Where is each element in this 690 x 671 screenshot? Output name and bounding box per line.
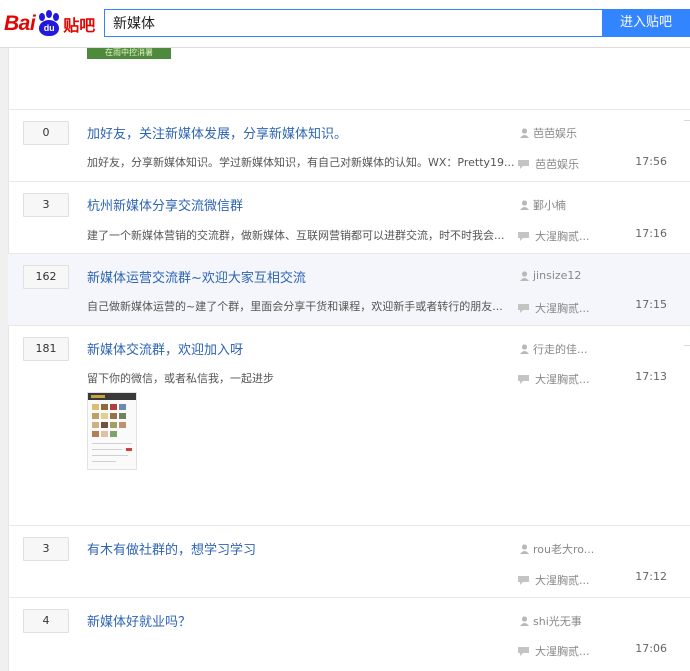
author-icon (520, 344, 529, 354)
last-reply-time: 17:15 (635, 298, 667, 311)
reply-count: 0 (23, 121, 69, 145)
thread-title-link[interactable]: 加好友，关注新媒体发展，分享新媒体知识。 (87, 123, 347, 142)
reply-icon (518, 575, 529, 585)
thread-title-link[interactable]: 新媒体好就业吗？ (87, 611, 191, 630)
author-icon (520, 544, 529, 554)
last-reply-time: 17:06 (635, 642, 667, 655)
thread-author[interactable]: 行走的佳... (520, 341, 588, 357)
paw-toe (53, 13, 60, 21)
author-name[interactable]: shi光无事 (533, 613, 582, 629)
author-name[interactable]: 鄞小楠 (533, 197, 566, 213)
logo-text-tieba: 贴吧 (63, 16, 96, 35)
thread-abstract: 加好友，分享新媒体知识。学过新媒体知识，有自己对新媒体的认知。WX：Pretty… (87, 156, 515, 169)
thread-row[interactable] (8, 598, 690, 671)
paw-pad: du (39, 20, 60, 36)
search-input[interactable] (105, 10, 602, 36)
post-image-thumbnail[interactable] (87, 392, 137, 470)
thread-author[interactable]: jinsize12 (520, 269, 581, 282)
last-reply-time: 17:13 (635, 370, 667, 383)
last-replier[interactable]: 大湦胸贰... (518, 300, 590, 316)
thread-abstract: 建了一个新媒体营销的交流群，做新媒体、互联网营销都可以进群交流，时不时我会... (87, 229, 505, 242)
thread-title-link[interactable]: 新媒体运营交流群~欢迎大家互相交流 (87, 267, 306, 286)
paw-toe (46, 10, 53, 18)
baidu-paw-logo-icon: du (36, 10, 62, 38)
last-replier-name[interactable]: 大湦胸贰... (535, 643, 590, 659)
last-replier-name[interactable]: 大湦胸贰... (535, 371, 590, 387)
thread-author[interactable]: 鄞小楠 (520, 197, 566, 213)
thread-row[interactable] (8, 110, 690, 182)
reply-count: 162 (23, 265, 69, 289)
last-replier[interactable]: 大湦胸贰... (518, 572, 590, 588)
thread-title-link[interactable]: 有木有做社群的，想学习学习 (87, 539, 256, 558)
reply-icon (518, 159, 529, 169)
search-box[interactable] (104, 9, 602, 37)
author-icon (520, 128, 529, 138)
thread-title-link[interactable]: 杭州新媒体分享交流微信群 (87, 195, 243, 214)
reply-count: 181 (23, 337, 69, 361)
author-name[interactable]: 行走的佳... (533, 341, 588, 357)
thread-abstract: 留下你的微信，或者私信我，一起进步 (87, 372, 274, 385)
reply-count: 4 (23, 609, 69, 633)
last-replier-name[interactable]: 大湦胸贰... (535, 228, 590, 244)
author-name[interactable]: rou老大ro... (533, 541, 594, 557)
post-image-content (88, 393, 136, 462)
scroll-tick (684, 345, 690, 346)
author-name[interactable]: 芭芭娱乐 (533, 125, 577, 141)
last-replier[interactable]: 芭芭娱乐 (518, 156, 579, 172)
author-icon (520, 200, 529, 210)
logo-text-bai: Bai (4, 12, 36, 35)
reply-icon (518, 374, 529, 384)
previous-post-image[interactable]: 在雨中控消暑 (87, 47, 171, 59)
author-icon (520, 616, 529, 626)
scroll-tick (684, 120, 690, 121)
thread-abstract: 自己做新媒体运营的~建了个群，里面会分享干货和课程，欢迎新手或者转行的朋友... (87, 300, 503, 313)
thread-author[interactable]: shi光无事 (520, 613, 582, 629)
thread-author[interactable]: 芭芭娱乐 (520, 125, 577, 141)
last-replier-name[interactable]: 大湦胸贰... (535, 572, 590, 588)
last-replier[interactable]: 大湦胸贰... (518, 371, 590, 387)
last-replier[interactable]: 大湦胸贰... (518, 228, 590, 244)
thread-author[interactable]: rou老大ro... (520, 541, 594, 557)
author-name[interactable]: jinsize12 (533, 269, 581, 282)
reply-icon (518, 231, 529, 241)
author-icon (520, 270, 529, 281)
thread-title-link[interactable]: 新媒体交流群，欢迎加入呀 (87, 339, 243, 358)
reply-icon (518, 646, 529, 656)
last-replier[interactable]: 大湦胸贰... (518, 643, 590, 659)
enter-tieba-button[interactable]: 进入贴吧 (602, 9, 690, 37)
last-replier-name[interactable]: 芭芭娱乐 (535, 156, 579, 172)
last-reply-time: 17:12 (635, 570, 667, 583)
last-reply-time: 17:16 (635, 227, 667, 240)
last-replier-name[interactable]: 大湦胸贰... (535, 300, 590, 316)
reply-icon (518, 303, 529, 313)
top-search-bar: Bai du 贴吧 进入贴吧 (0, 0, 690, 48)
reply-count: 3 (23, 537, 69, 561)
baidu-tieba-logo[interactable]: Bai du 贴吧 (4, 8, 95, 40)
reply-count: 3 (23, 193, 69, 217)
last-reply-time: 17:56 (635, 155, 667, 168)
